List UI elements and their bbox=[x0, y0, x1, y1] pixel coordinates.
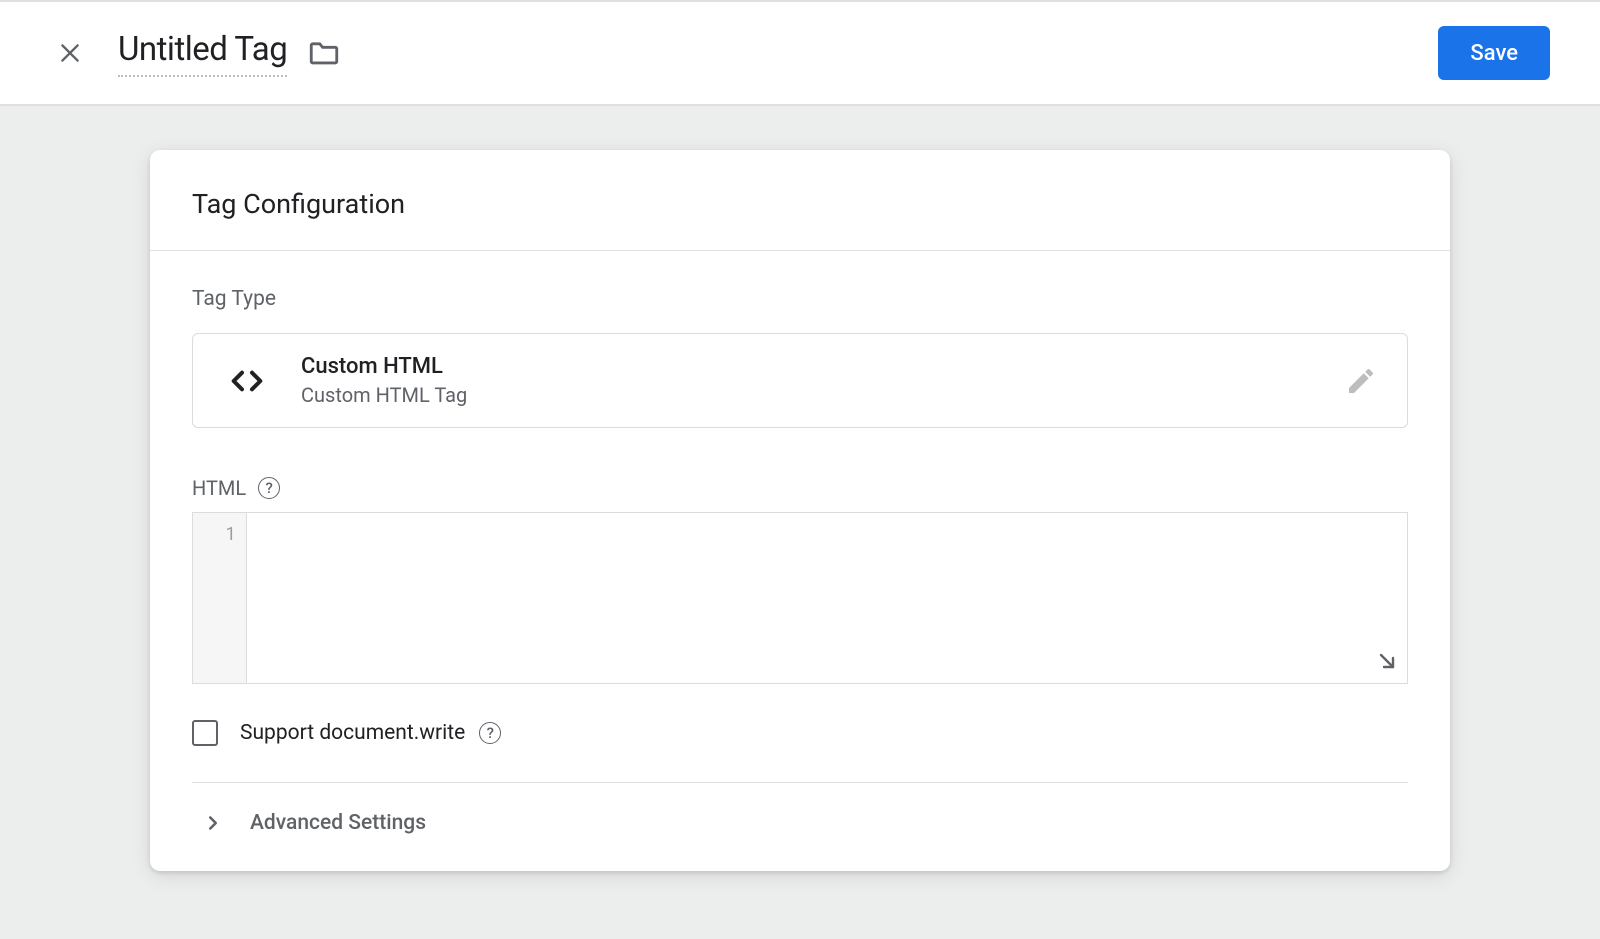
html-field-label: HTML bbox=[192, 476, 246, 500]
card-header: Tag Configuration bbox=[150, 150, 1450, 251]
pencil-icon bbox=[1345, 365, 1377, 397]
support-document-write-row: Support document.write ? bbox=[192, 720, 1408, 783]
advanced-settings-toggle[interactable]: Advanced Settings bbox=[192, 783, 1408, 863]
tag-type-text: Custom HTML Custom HTML Tag bbox=[301, 354, 467, 407]
tag-type-selector[interactable]: Custom HTML Custom HTML Tag bbox=[192, 333, 1408, 428]
chevron-right-icon bbox=[202, 812, 224, 834]
close-icon bbox=[57, 40, 83, 66]
tag-type-sub: Custom HTML Tag bbox=[301, 383, 467, 407]
resize-arrow-icon bbox=[1375, 649, 1399, 673]
document-write-help-button[interactable]: ? bbox=[479, 722, 501, 744]
help-icon: ? bbox=[266, 479, 273, 497]
folder-icon bbox=[307, 36, 341, 70]
html-help-button[interactable]: ? bbox=[258, 477, 280, 499]
header-bar: Untitled Tag Save bbox=[0, 0, 1600, 106]
code-gutter: 1 bbox=[193, 513, 247, 683]
advanced-settings-label: Advanced Settings bbox=[250, 811, 426, 835]
html-code-input[interactable] bbox=[247, 513, 1407, 683]
tag-title-input[interactable]: Untitled Tag bbox=[118, 30, 287, 77]
tag-configuration-heading: Tag Configuration bbox=[192, 188, 1408, 220]
save-button[interactable]: Save bbox=[1438, 26, 1550, 80]
close-button[interactable] bbox=[50, 33, 90, 73]
code-editor: 1 bbox=[192, 512, 1408, 684]
tag-configuration-card: Tag Configuration Tag Type Custom HTML C… bbox=[150, 150, 1450, 871]
card-body: Tag Type Custom HTML Custom HTML Tag HTM… bbox=[150, 251, 1450, 871]
support-document-write-checkbox[interactable] bbox=[192, 720, 218, 746]
title-wrap: Untitled Tag bbox=[118, 30, 341, 77]
code-brackets-icon bbox=[223, 357, 271, 405]
resize-handle[interactable] bbox=[1375, 649, 1399, 677]
folder-button[interactable] bbox=[307, 36, 341, 70]
tag-type-name: Custom HTML bbox=[301, 354, 467, 379]
support-document-write-label: Support document.write bbox=[240, 721, 465, 745]
workspace: Tag Configuration Tag Type Custom HTML C… bbox=[0, 106, 1600, 939]
edit-tag-type-button[interactable] bbox=[1345, 365, 1377, 397]
tag-type-label: Tag Type bbox=[192, 287, 1408, 311]
html-label-row: HTML ? bbox=[192, 476, 1408, 500]
help-icon: ? bbox=[487, 724, 494, 742]
